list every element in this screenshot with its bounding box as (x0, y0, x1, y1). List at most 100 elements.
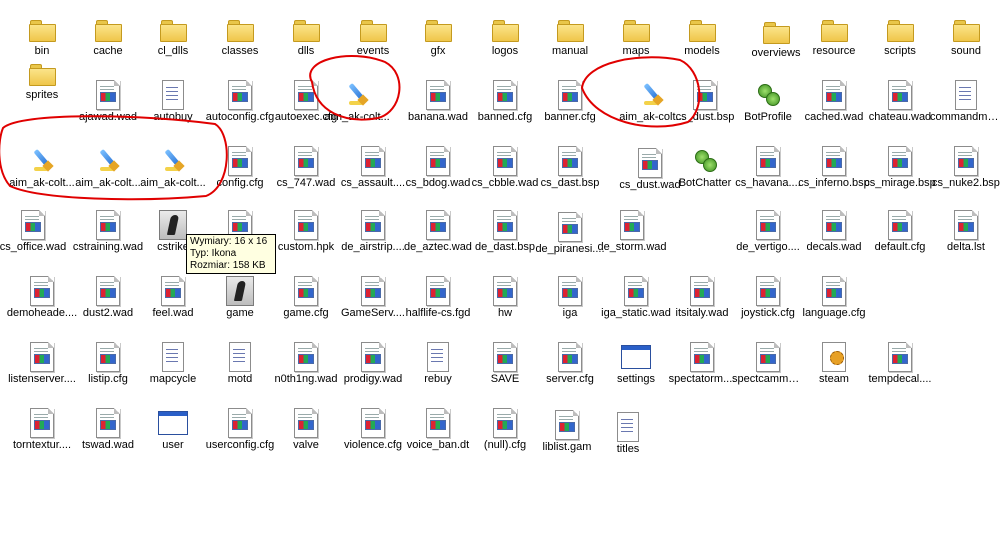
file-item-cl-dlls[interactable]: cl_dlls (137, 12, 209, 68)
file-item-commandmenu[interactable]: commandmenu (930, 78, 1000, 134)
wad-file-icon (555, 410, 579, 440)
file-item-game[interactable]: game (204, 274, 276, 330)
file-item-cs-747-wad[interactable]: cs_747.wad (270, 144, 342, 200)
file-item-cs-bdog-wad[interactable]: cs_bdog.wad (402, 144, 474, 200)
wad-file-icon (756, 210, 780, 240)
file-item-feel-wad[interactable]: feel.wad (137, 274, 209, 330)
file-item-cs-assault[interactable]: cs_assault.... (337, 144, 409, 200)
file-item-cs-dast-bsp[interactable]: cs_dast.bsp (534, 144, 606, 200)
file-item-aim-ak-colt[interactable]: aim_ak-colt... (321, 78, 393, 134)
file-item-classes[interactable]: classes (204, 12, 276, 68)
file-item-spectatorm[interactable]: spectatorm.... (666, 340, 738, 396)
file-item-voice-ban-dt[interactable]: voice_ban.dt (402, 406, 474, 462)
file-item-cs-office-wad[interactable]: cs_office.wad (0, 208, 69, 264)
file-item-manual[interactable]: manual (534, 12, 606, 68)
file-item-iga[interactable]: iga (534, 274, 606, 330)
wad-file-icon (756, 146, 780, 176)
file-item-logos[interactable]: logos (469, 12, 541, 68)
file-item-titles[interactable]: titles (592, 410, 664, 466)
wad-file-icon (822, 210, 846, 240)
file-item-language-cfg[interactable]: language.cfg (798, 274, 870, 330)
file-item-cs-inferno-bsp[interactable]: cs_inferno.bsp (798, 144, 870, 200)
file-item-spectcammenu[interactable]: spectcammenu (732, 340, 804, 396)
file-item-de-vertigo[interactable]: de_vertigo.... (732, 208, 804, 264)
file-item-cs-havana[interactable]: cs_havana.... (732, 144, 804, 200)
file-item-userconfig-cfg[interactable]: userconfig.cfg (204, 406, 276, 462)
file-item-banana-wad[interactable]: banana.wad (402, 78, 474, 134)
file-item-aim-ak-colt[interactable]: aim_ak-colt... (137, 144, 209, 200)
file-item-cache[interactable]: cache (72, 12, 144, 68)
file-item-demoheade[interactable]: demoheade.... (6, 274, 78, 330)
file-item-iga-static-wad[interactable]: iga_static.wad (600, 274, 672, 330)
wad-file-icon (493, 210, 517, 240)
file-item-hw[interactable]: hw (469, 274, 541, 330)
file-item-settings[interactable]: settings (600, 340, 672, 396)
file-item-itsitaly-wad[interactable]: itsitaly.wad (666, 274, 738, 330)
file-item-cs-mirage-bsp[interactable]: cs_mirage.bsp (864, 144, 936, 200)
wad-file-icon (361, 342, 385, 372)
file-label: cs_assault.... (340, 177, 406, 189)
file-item-gfx[interactable]: gfx (402, 12, 474, 68)
file-item-aim-ak-colt[interactable]: aim_ak-colt... (6, 144, 78, 200)
file-item-user[interactable]: user (137, 406, 209, 462)
file-item-default-cfg[interactable]: default.cfg (864, 208, 936, 264)
file-item-maps[interactable]: maps (600, 12, 672, 68)
file-item-sound[interactable]: sound (930, 12, 1000, 68)
file-item-game-cfg[interactable]: game.cfg (270, 274, 342, 330)
file-item-joystick-cfg[interactable]: joystick.cfg (732, 274, 804, 330)
file-item-n0th1ng-wad[interactable]: n0th1ng.wad (270, 340, 342, 396)
file-item-dust2-wad[interactable]: dust2.wad (72, 274, 144, 330)
file-item-ajawad-wad[interactable]: ajawad.wad (72, 78, 144, 134)
file-item-valve[interactable]: valve (270, 406, 342, 462)
file-item-botprofile[interactable]: BotProfile (732, 78, 804, 134)
file-item-steam[interactable]: steam (798, 340, 870, 396)
file-item-custom-hpk[interactable]: custom.hpk (270, 208, 342, 264)
file-item-autoconfig-cfg[interactable]: autoconfig.cfg (204, 78, 276, 134)
wad-file-icon (426, 276, 450, 306)
file-item-cs-cbble-wad[interactable]: cs_cbble.wad (469, 144, 541, 200)
file-item-models[interactable]: models (666, 12, 738, 68)
file-item-de-storm-wad[interactable]: de_storm.wad (596, 208, 668, 264)
file-item-mapcycle[interactable]: mapcycle (137, 340, 209, 396)
file-item-banner-cfg[interactable]: banner.cfg (534, 78, 606, 134)
file-item-decals-wad[interactable]: decals.wad (798, 208, 870, 264)
text-file-icon (162, 342, 184, 372)
file-item-cached-wad[interactable]: cached.wad (798, 78, 870, 134)
file-item-listip-cfg[interactable]: listip.cfg (72, 340, 144, 396)
file-item-cs-dust-bsp[interactable]: cs_dust.bsp (669, 78, 741, 134)
file-item-torntextur[interactable]: torntextur.... (6, 406, 78, 462)
file-item-gameserv[interactable]: GameServ.... (337, 274, 409, 330)
file-item-cs-nuke2-bsp[interactable]: cs_nuke2.bsp (930, 144, 1000, 200)
file-item-prodigy-wad[interactable]: prodigy.wad (337, 340, 409, 396)
wad-file-icon (954, 210, 978, 240)
file-item-sprites[interactable]: sprites (6, 56, 78, 112)
file-item-scripts[interactable]: scripts (864, 12, 936, 68)
file-label: violence.cfg (343, 439, 403, 451)
file-item-halflife-cs-fgd[interactable]: halflife-cs.fgd (402, 274, 474, 330)
file-item-config-cfg[interactable]: config.cfg (204, 144, 276, 200)
file-item-tswad-wad[interactable]: tswad.wad (72, 406, 144, 462)
file-item-events[interactable]: events (337, 12, 409, 68)
file-label: tswad.wad (82, 439, 134, 451)
file-item-server-cfg[interactable]: server.cfg (534, 340, 606, 396)
file-item-banned-cfg[interactable]: banned.cfg (469, 78, 541, 134)
file-item-tempdecal[interactable]: tempdecal.... (864, 340, 936, 396)
file-item-chateau-wad[interactable]: chateau.wad (864, 78, 936, 134)
file-item-autobuy[interactable]: autobuy (137, 78, 209, 134)
file-item-botchatter[interactable]: BotChatter (669, 144, 741, 200)
file-item-resource[interactable]: resource (798, 12, 870, 68)
file-item-delta-lst[interactable]: delta.lst (930, 208, 1000, 264)
file-item-aim-ak-colt[interactable]: aim_ak-colt... (72, 144, 144, 200)
file-item-dlls[interactable]: dlls (270, 12, 342, 68)
file-item-de-dast-bsp[interactable]: de_dast.bsp (469, 208, 541, 264)
text-file-icon (427, 342, 449, 372)
file-item-listenserver[interactable]: listenserver.... (6, 340, 78, 396)
file-item-motd[interactable]: motd (204, 340, 276, 396)
file-item-save[interactable]: SAVE (469, 340, 541, 396)
file-item-violence-cfg[interactable]: violence.cfg (337, 406, 409, 462)
file-item-rebuy[interactable]: rebuy (402, 340, 474, 396)
wad-file-icon (96, 80, 120, 110)
file-item-cstraining-wad[interactable]: cstraining.wad (72, 208, 144, 264)
file-item-de-aztec-wad[interactable]: de_aztec.wad (402, 208, 474, 264)
file-item-de-airstrip[interactable]: de_airstrip.... (337, 208, 409, 264)
